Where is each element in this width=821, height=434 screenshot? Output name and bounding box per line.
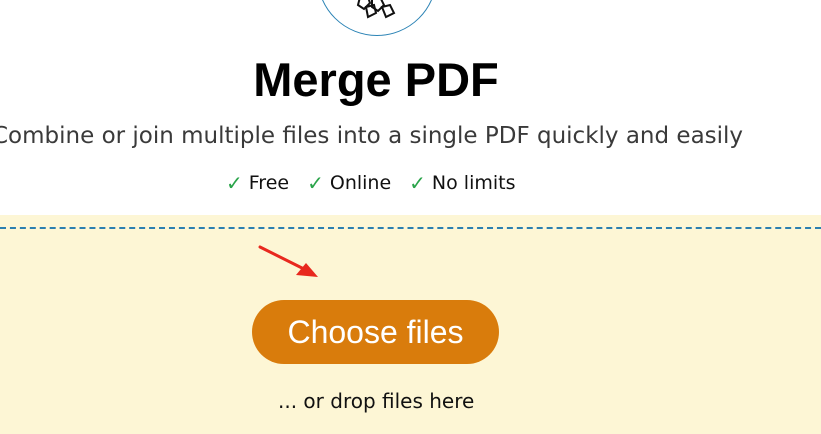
pointer-arrow-icon [258, 245, 318, 277]
page-title: Merge PDF [253, 53, 499, 106]
choose-files-button[interactable]: Choose files [252, 300, 499, 364]
feature-item-no-limits: ✓ No limits [409, 169, 515, 197]
merge-files-logo-icon [356, 0, 396, 19]
check-icon: ✓ [409, 171, 426, 195]
logo-circle [317, 0, 437, 36]
drop-files-hint: ... or drop files here [278, 389, 475, 413]
feature-item-online: ✓ Online [307, 169, 391, 197]
check-icon: ✓ [307, 171, 324, 195]
file-drop-zone[interactable]: Choose files ... or drop files here [0, 215, 821, 434]
merge-pdf-page: Merge PDF Combine or join multiple files… [0, 0, 821, 434]
drop-zone-dashed-border [0, 227, 821, 229]
feature-label: No limits [431, 172, 516, 194]
page-subtitle: Combine or join multiple files into a si… [0, 123, 744, 149]
check-icon: ✓ [226, 171, 243, 195]
feature-label: Free [248, 172, 290, 194]
feature-label: Online [329, 172, 392, 194]
feature-list: ✓ Free ✓ Online ✓ No limits [226, 169, 516, 197]
feature-item-free: ✓ Free [226, 169, 289, 197]
